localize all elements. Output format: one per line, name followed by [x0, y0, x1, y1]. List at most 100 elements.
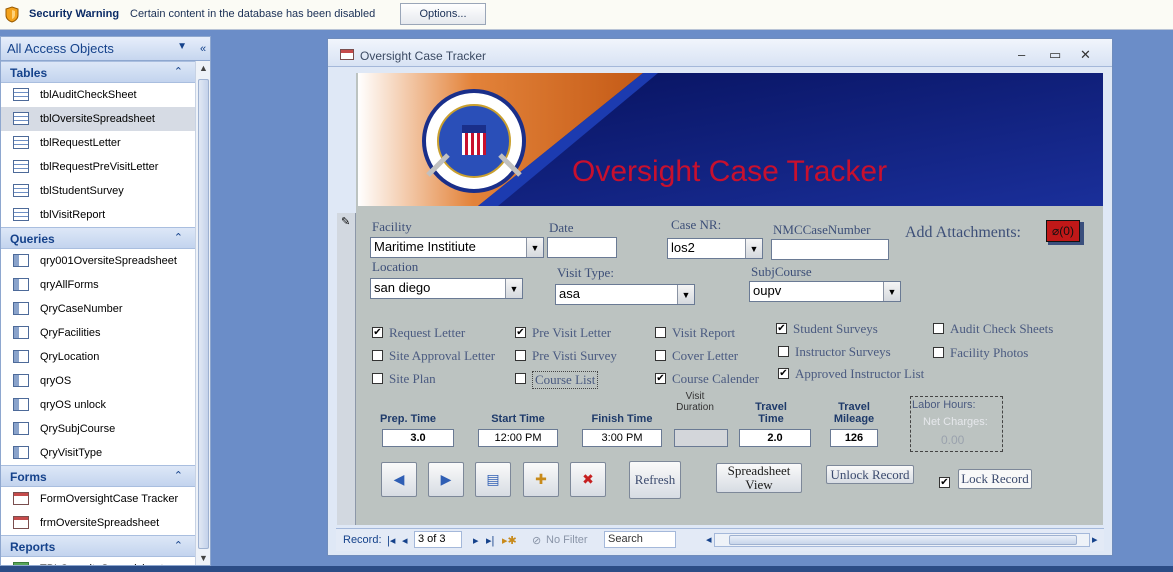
next-record-button[interactable]: ▶: [428, 462, 464, 497]
visit-type-combobox[interactable]: asa ▼: [555, 284, 695, 305]
travel-mileage-field[interactable]: 126: [830, 429, 878, 447]
location-value: san diego: [374, 280, 431, 295]
record-position-field[interactable]: 3 of 3: [414, 531, 462, 548]
nav-item[interactable]: QryFacilities: [1, 321, 195, 345]
filter-status[interactable]: No Filter: [546, 534, 588, 546]
nav-item[interactable]: tblOversiteSpreadsheet: [1, 107, 195, 131]
last-record-icon[interactable]: ▸|: [486, 534, 494, 547]
checkbox[interactable]: [655, 373, 666, 384]
nav-item[interactable]: qryOS: [1, 369, 195, 393]
location-combobox[interactable]: san diego ▼: [370, 278, 523, 299]
checkbox[interactable]: [933, 323, 944, 334]
nav-item[interactable]: tblRequestLetter: [1, 131, 195, 155]
record-selector[interactable]: ✎: [337, 213, 356, 525]
checkbox[interactable]: [372, 373, 383, 384]
shutter-bar-collapse-icon[interactable]: «: [195, 37, 210, 61]
scroll-left-icon[interactable]: ◂: [706, 533, 712, 546]
subj-course-combobox[interactable]: oupv ▼: [749, 281, 901, 302]
options-button[interactable]: Options...: [400, 3, 486, 25]
chevron-down-icon[interactable]: ▼: [745, 239, 762, 258]
prev-record-icon[interactable]: ◂: [402, 534, 408, 547]
save-record-button[interactable]: ▤: [475, 462, 511, 497]
lock-record-button[interactable]: Lock Record: [958, 469, 1032, 489]
checkbox[interactable]: [655, 350, 666, 361]
nav-group-tables[interactable]: Tables ⌃: [1, 61, 195, 83]
nav-item[interactable]: qryOS unlock: [1, 393, 195, 417]
nav-item[interactable]: QryCaseNumber: [1, 297, 195, 321]
checkbox[interactable]: [515, 327, 526, 338]
nav-item[interactable]: TBLOversiteSpreadsheet: [1, 557, 195, 565]
query-icon: [13, 302, 29, 315]
filter-icon[interactable]: ⊘: [532, 534, 541, 547]
scroll-up-icon[interactable]: ▲: [199, 63, 208, 73]
chevron-down-icon[interactable]: ▼: [505, 279, 522, 298]
nav-scrollbar[interactable]: ▲ ▼: [195, 61, 210, 565]
chevron-up-icon[interactable]: ⌃: [174, 231, 183, 244]
nav-item[interactable]: frmOversiteSpreadsheet: [1, 511, 195, 535]
nav-group-reports[interactable]: Reports ⌃: [1, 535, 195, 557]
chevron-down-icon[interactable]: ▼: [177, 41, 187, 52]
scroll-thumb[interactable]: [198, 79, 209, 549]
scroll-down-icon[interactable]: ▼: [199, 553, 208, 563]
nav-group-label: Forms: [10, 470, 47, 484]
nav-item[interactable]: FormOversightCase Tracker: [1, 487, 195, 511]
travel-time-field[interactable]: 2.0: [739, 429, 811, 447]
chevron-down-icon[interactable]: ▼: [677, 285, 694, 304]
query-icon: [13, 350, 29, 363]
spreadsheet-view-button[interactable]: Spreadsheet View: [716, 463, 802, 493]
new-record-nav-icon[interactable]: ▸✱: [502, 534, 517, 547]
delete-record-button[interactable]: ✖: [570, 462, 606, 497]
chevron-down-icon[interactable]: ▼: [526, 238, 543, 257]
nav-group-forms[interactable]: Forms ⌃: [1, 465, 195, 487]
first-record-icon[interactable]: |◂: [387, 534, 395, 547]
previous-record-button[interactable]: ◀: [381, 462, 417, 497]
next-record-icon[interactable]: ▸: [473, 534, 479, 547]
checkbox[interactable]: [776, 323, 787, 334]
nmc-case-number-field[interactable]: [771, 239, 889, 260]
date-field[interactable]: [547, 237, 617, 258]
checkbox[interactable]: [372, 327, 383, 338]
facility-combobox[interactable]: Maritime Institiute ▼: [370, 237, 544, 258]
record-search-field[interactable]: Search: [604, 531, 676, 548]
checkbox[interactable]: [778, 346, 789, 357]
nav-item-label: qry001OversiteSpreadsheet: [40, 255, 177, 267]
scroll-right-icon[interactable]: ▸: [1092, 533, 1098, 546]
nav-item-label: qryOS unlock: [40, 399, 107, 411]
shield-icon: [5, 6, 19, 23]
chevron-up-icon[interactable]: ⌃: [174, 65, 183, 78]
chevron-up-icon[interactable]: ⌃: [174, 469, 183, 482]
case-nr-combobox[interactable]: los2 ▼: [667, 238, 763, 259]
checkbox[interactable]: [655, 327, 666, 338]
nav-item[interactable]: tblStudentSurvey: [1, 179, 195, 203]
nav-item[interactable]: QryVisitType: [1, 441, 195, 465]
nav-item[interactable]: tblRequestPreVisitLetter: [1, 155, 195, 179]
nav-item[interactable]: QrySubjCourse: [1, 417, 195, 441]
nav-item[interactable]: QryLocation: [1, 345, 195, 369]
chevron-down-icon[interactable]: ▼: [883, 282, 900, 301]
checkbox[interactable]: [515, 373, 526, 384]
scroll-thumb[interactable]: [729, 535, 1077, 545]
close-button[interactable]: ✕: [1080, 47, 1091, 63]
form-horizontal-scrollbar[interactable]: [714, 533, 1090, 547]
unlock-record-button[interactable]: Unlock Record: [826, 465, 914, 484]
finish-time-field[interactable]: 3:00 PM: [582, 429, 662, 447]
checkbox[interactable]: [372, 350, 383, 361]
attachments-control[interactable]: ⌀ (0): [1046, 220, 1084, 245]
nav-item[interactable]: tblAuditCheckSheet: [1, 83, 195, 107]
checkbox[interactable]: [933, 347, 944, 358]
refresh-button[interactable]: Refresh: [629, 461, 681, 499]
maximize-button[interactable]: ▭: [1049, 47, 1061, 63]
chevron-up-icon[interactable]: ⌃: [174, 539, 183, 552]
prep-time-field[interactable]: 3.0: [382, 429, 454, 447]
nav-item[interactable]: qryAllForms: [1, 273, 195, 297]
start-time-field[interactable]: 12:00 PM: [478, 429, 558, 447]
checkbox[interactable]: [778, 368, 789, 379]
lock-record-checkbox[interactable]: [939, 477, 950, 488]
new-record-button[interactable]: ✚: [523, 462, 559, 497]
minimize-button[interactable]: –: [1018, 47, 1025, 62]
nav-item[interactable]: qry001OversiteSpreadsheet: [1, 249, 195, 273]
checkbox[interactable]: [515, 350, 526, 361]
nav-group-queries[interactable]: Queries ⌃: [1, 227, 195, 249]
nav-pane-header[interactable]: All Access Objects ▼: [1, 37, 195, 61]
nav-item[interactable]: tblVisitReport: [1, 203, 195, 227]
